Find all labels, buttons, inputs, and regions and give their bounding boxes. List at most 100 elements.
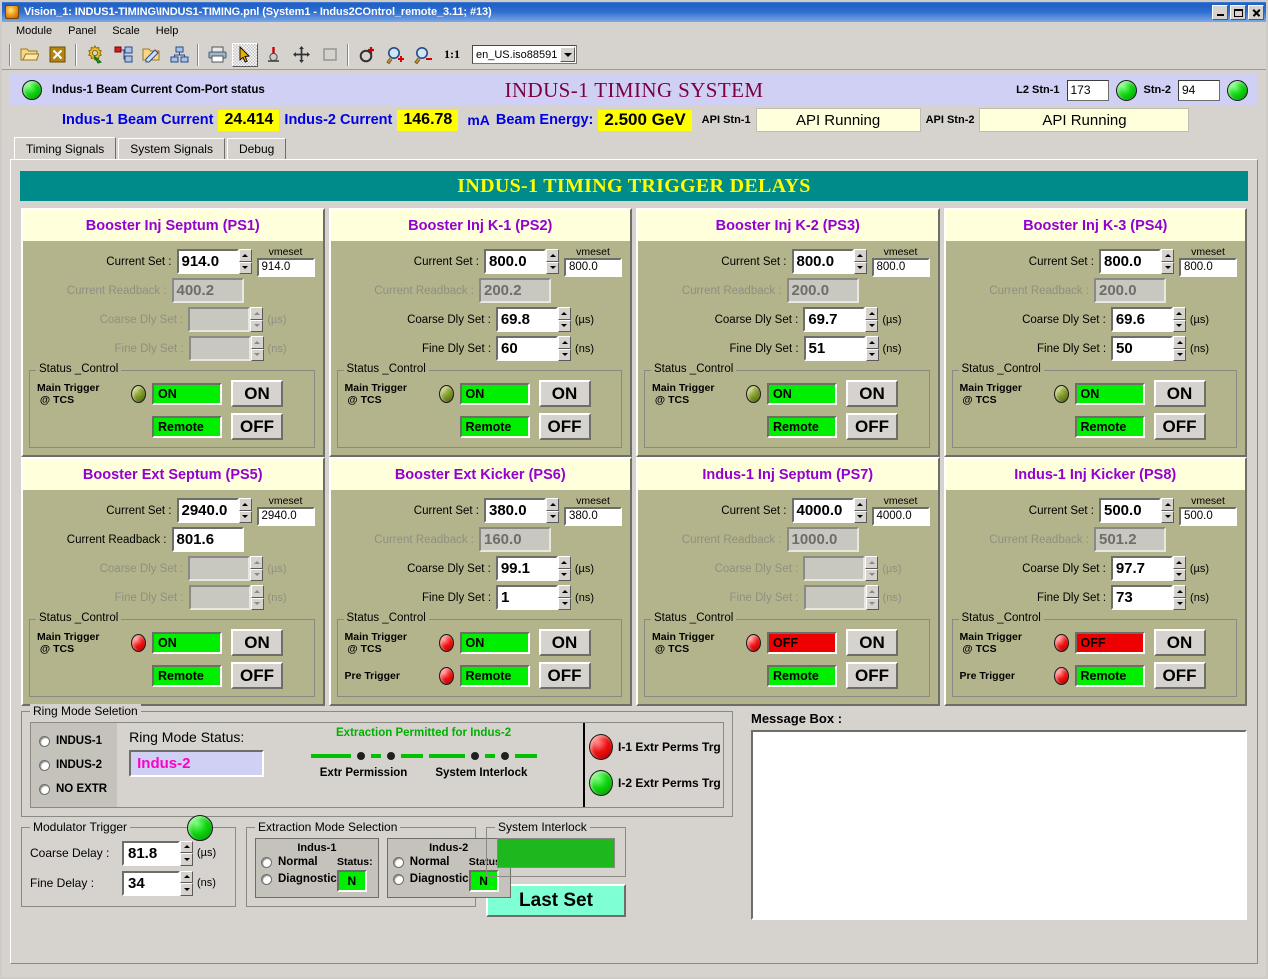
debug-icon[interactable]	[260, 43, 286, 67]
off-button[interactable]: OFF	[538, 662, 591, 689]
coarse-delay-stepper[interactable]	[1172, 556, 1186, 581]
radio-indus1-diagnostic[interactable]: Diagnostic	[261, 873, 337, 885]
menu-item-panel[interactable]: Panel	[60, 24, 104, 38]
current-readback-value[interactable]: 801.6	[171, 527, 244, 552]
coarse-delay-stepper	[250, 556, 264, 581]
radio-indus-1[interactable]: INDUS-1	[39, 735, 107, 747]
locale-select[interactable]: en_US.iso88591	[472, 45, 577, 64]
radio-indus-2[interactable]: INDUS-2	[39, 759, 107, 771]
fine-delay-unit: (ns)	[1190, 591, 1209, 604]
radio-indus2-normal[interactable]: Normal	[392, 856, 469, 868]
on-button[interactable]: ON	[538, 380, 591, 407]
fine-delay-input[interactable]: 50	[1111, 336, 1174, 361]
coarse-delay-stepper[interactable]	[557, 307, 571, 332]
node-tree-icon[interactable]	[110, 43, 136, 67]
menu-item-module[interactable]: Module	[8, 24, 60, 38]
fine-delay-stepper[interactable]	[558, 585, 572, 610]
current-set-stepper[interactable]	[1161, 249, 1174, 274]
coarse-delay-stepper[interactable]	[557, 556, 571, 581]
move-icon[interactable]	[288, 43, 314, 67]
current-set-input[interactable]: 2940.0	[176, 498, 239, 523]
radio-indus2-diagnostic[interactable]: Diagnostic	[392, 873, 469, 885]
zoom-in-icon[interactable]	[382, 43, 408, 67]
comport-status-label: Indus-1 Beam Current Com-Port status	[52, 84, 265, 96]
fine-delay-stepper[interactable]	[865, 336, 879, 361]
zoom-out-icon[interactable]	[410, 43, 436, 67]
current-set-stepper[interactable]	[546, 498, 559, 523]
fine-delay-label: Fine Dly Set :	[114, 342, 184, 355]
fine-delay-input[interactable]: 1	[496, 585, 559, 610]
coarse-delay-input[interactable]: 97.7	[1110, 556, 1173, 581]
current-set-input[interactable]: 800.0	[1099, 249, 1161, 274]
scale-ratio-label[interactable]: 1:1	[438, 47, 466, 62]
tab-debug[interactable]: Debug	[226, 138, 287, 159]
current-set-stepper[interactable]	[238, 249, 252, 274]
coarse-delay-input[interactable]: 81.8	[122, 840, 180, 866]
fine-delay-input[interactable]: 51	[803, 336, 866, 361]
mode-row: Remote OFF	[37, 413, 307, 440]
current-set-input[interactable]: 914.0	[176, 249, 239, 274]
close-button[interactable]	[1248, 4, 1264, 20]
current-set-input[interactable]: 4000.0	[791, 498, 854, 523]
on-button[interactable]: ON	[846, 380, 898, 407]
edit-folder-icon[interactable]	[138, 43, 164, 67]
fine-delay-input[interactable]: 34	[122, 870, 180, 896]
on-button[interactable]: ON	[538, 629, 591, 656]
fine-delay-stepper[interactable]	[1173, 585, 1187, 610]
coarse-delay-input[interactable]: 99.1	[495, 556, 558, 581]
current-set-stepper[interactable]	[1161, 498, 1174, 523]
off-button[interactable]: OFF	[538, 413, 591, 440]
coarse-delay-stepper[interactable]	[180, 840, 193, 866]
reference-icon[interactable]	[354, 43, 380, 67]
off-button[interactable]: OFF	[231, 662, 283, 689]
coarse-delay-stepper[interactable]	[865, 307, 879, 332]
on-button[interactable]: ON	[1153, 380, 1206, 407]
current-set-stepper[interactable]	[853, 249, 867, 274]
radio-no-extr[interactable]: NO EXTR	[39, 783, 107, 795]
off-button[interactable]: OFF	[1153, 413, 1206, 440]
cursor-arrow-icon[interactable]	[232, 42, 258, 67]
fine-delay-input[interactable]: 73	[1111, 585, 1174, 610]
menu-item-help[interactable]: Help	[148, 24, 187, 38]
current-set-stepper[interactable]	[546, 249, 559, 274]
on-button[interactable]: ON	[846, 629, 898, 656]
current-set-input[interactable]: 380.0	[484, 498, 546, 523]
status-control-caption: Status _Control	[651, 612, 737, 624]
maximize-button[interactable]	[1230, 4, 1246, 20]
on-button[interactable]: ON	[231, 380, 283, 407]
tab-timing-signals[interactable]: Timing Signals	[14, 137, 117, 159]
coarse-delay-input[interactable]: 69.8	[495, 307, 558, 332]
fine-delay-input[interactable]: 60	[496, 336, 559, 361]
open-folder-icon[interactable]	[16, 43, 42, 67]
chevron-down-icon[interactable]	[560, 47, 575, 62]
off-button[interactable]: OFF	[1153, 662, 1206, 689]
stn2-input[interactable]: 94	[1178, 79, 1220, 101]
radio-indus1-normal[interactable]: Normal	[261, 856, 337, 868]
off-button[interactable]: OFF	[846, 413, 898, 440]
tab-system-signals[interactable]: System Signals	[118, 138, 225, 159]
on-button[interactable]: ON	[231, 629, 283, 656]
coarse-delay-input[interactable]: 69.7	[803, 307, 866, 332]
current-set-stepper[interactable]	[853, 498, 867, 523]
coarse-delay-stepper[interactable]	[1172, 307, 1186, 332]
print-icon[interactable]	[204, 43, 230, 67]
menu-item-scale[interactable]: Scale	[104, 24, 148, 38]
bottom-area: Ring Mode Seletion INDUS-1 INDUS-2 NO EX…	[17, 704, 1251, 920]
fine-delay-stepper[interactable]	[180, 870, 193, 896]
fine-delay-stepper[interactable]	[1173, 336, 1187, 361]
off-button[interactable]: OFF	[231, 413, 283, 440]
hierarchy-icon[interactable]	[166, 43, 192, 67]
off-button[interactable]: OFF	[846, 662, 898, 689]
current-set-input[interactable]: 800.0	[484, 249, 546, 274]
on-button[interactable]: ON	[1153, 629, 1206, 656]
stop-icon[interactable]	[44, 43, 70, 67]
current-set-input[interactable]: 500.0	[1099, 498, 1161, 523]
fine-delay-stepper[interactable]	[558, 336, 572, 361]
minimize-button[interactable]	[1212, 4, 1228, 20]
message-box-area[interactable]	[751, 730, 1247, 920]
current-set-stepper[interactable]	[238, 498, 252, 523]
coarse-delay-input[interactable]: 69.6	[1110, 307, 1173, 332]
settings-gear-icon[interactable]	[82, 43, 108, 67]
current-set-input[interactable]: 800.0	[791, 249, 854, 274]
l2-stn1-input[interactable]: 173	[1066, 79, 1109, 101]
